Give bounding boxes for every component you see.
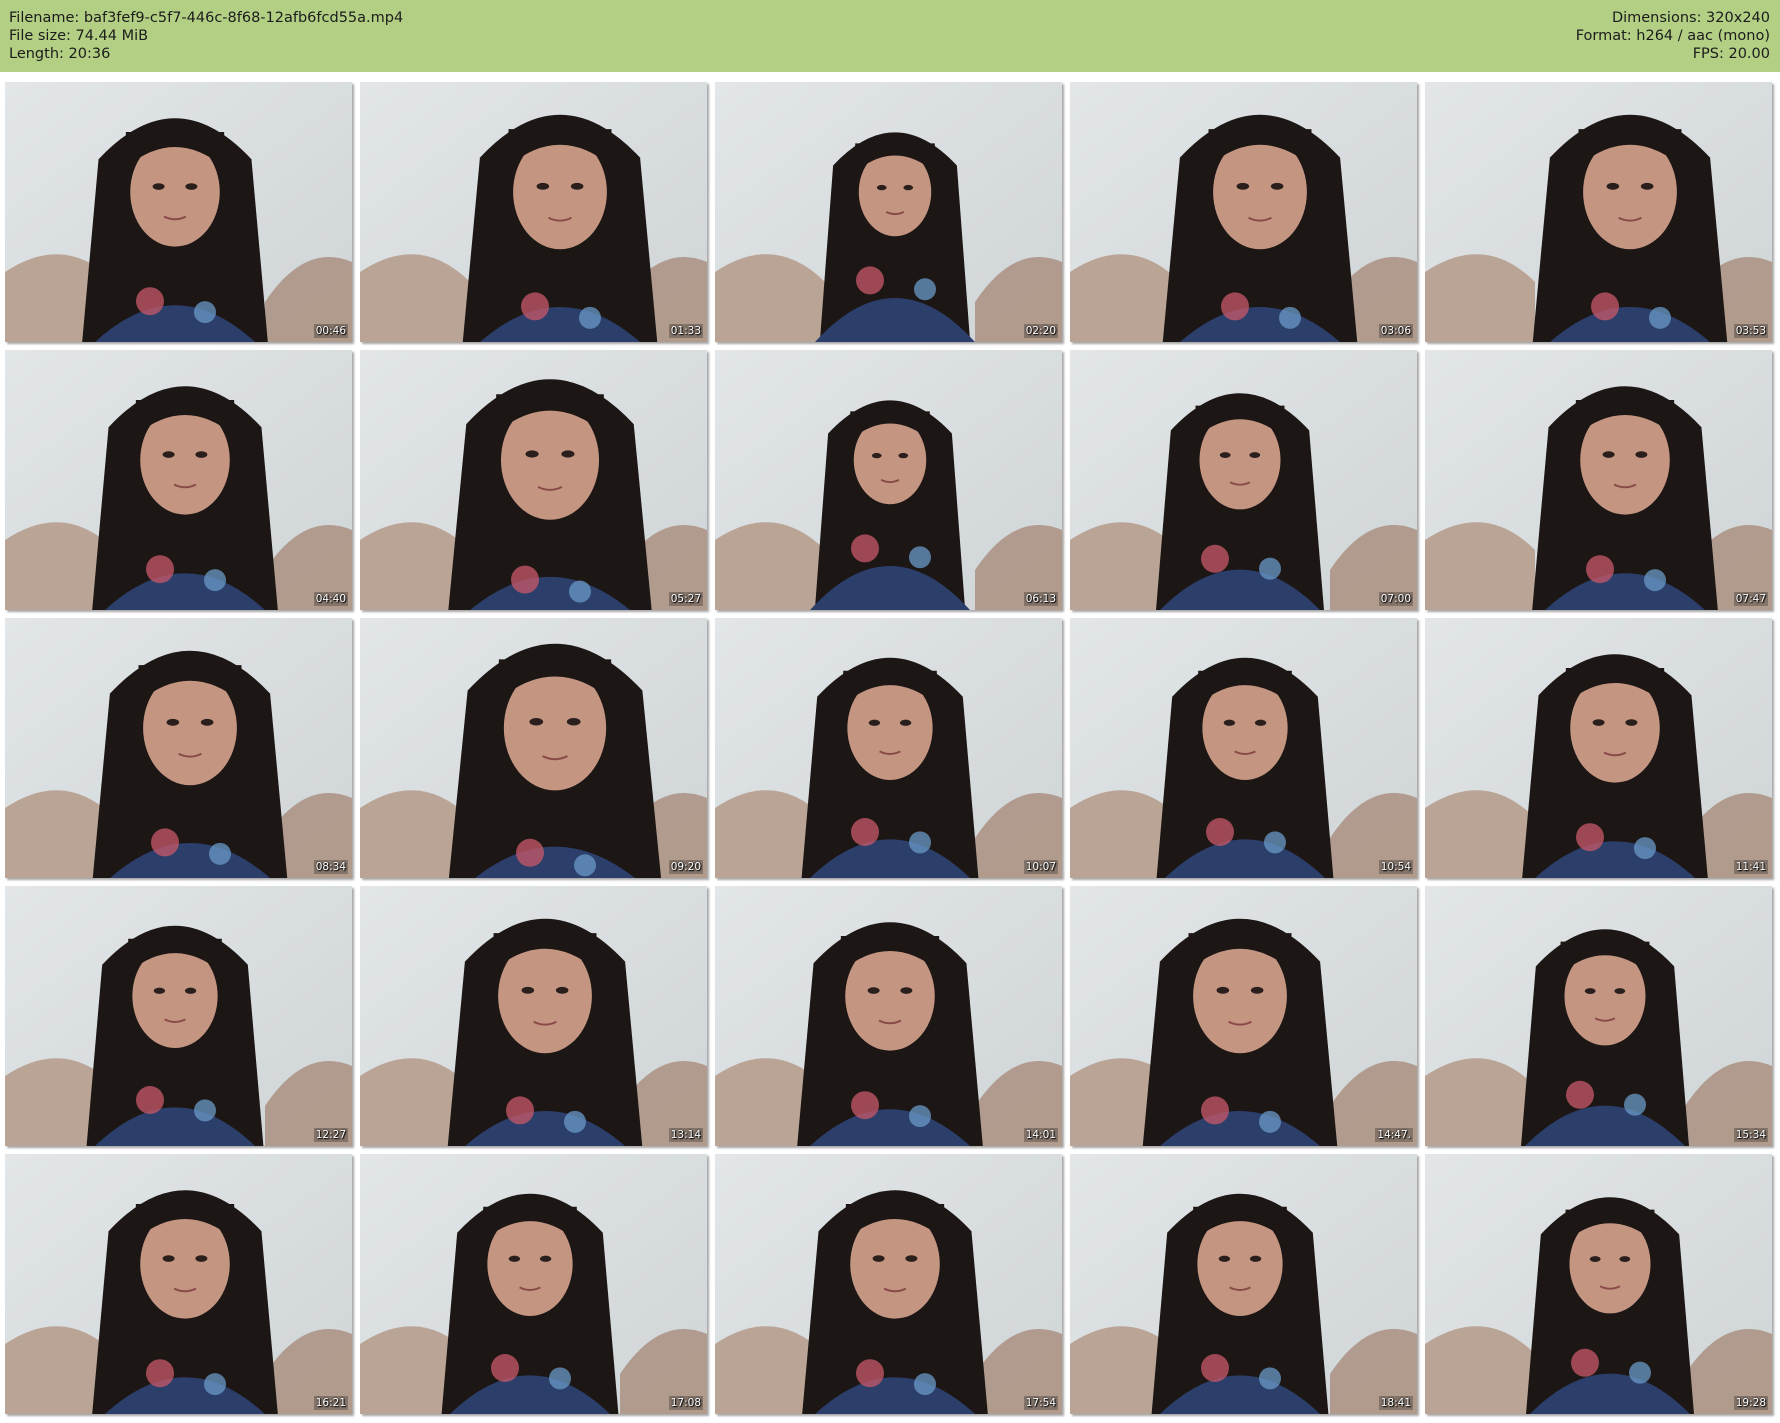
frame-image xyxy=(1070,82,1417,342)
video-frame-thumbnail[interactable]: 02:20 xyxy=(715,82,1062,342)
fps-text: FPS: 20.00 xyxy=(1692,46,1770,62)
frame-image xyxy=(5,886,352,1146)
video-frame-thumbnail[interactable]: 19:28 xyxy=(1425,1154,1772,1414)
frame-timestamp: 07:00 xyxy=(1378,592,1413,606)
frame-image xyxy=(1425,618,1772,878)
frame-timestamp: 17:54 xyxy=(1023,1396,1058,1410)
frame-timestamp: 00:46 xyxy=(313,324,348,338)
video-frame-thumbnail[interactable]: 14:01 xyxy=(715,886,1062,1146)
frame-timestamp: 19:28 xyxy=(1733,1396,1768,1410)
frame-image xyxy=(715,618,1062,878)
video-frame-thumbnail[interactable]: 10:54 xyxy=(1070,618,1417,878)
frame-timestamp: 09:20 xyxy=(668,860,703,874)
frame-timestamp: 16:21 xyxy=(313,1396,348,1410)
frame-timestamp: 01:33 xyxy=(668,324,703,338)
frame-timestamp: 05:27 xyxy=(668,592,703,606)
frame-timestamp: 10:54 xyxy=(1378,860,1413,874)
frame-image xyxy=(1070,1154,1417,1414)
frame-timestamp: 03:53 xyxy=(1733,324,1768,338)
frame-timestamp: 13:14 xyxy=(668,1128,703,1142)
frame-image xyxy=(715,82,1062,342)
length-text: Length: 20:36 xyxy=(9,46,111,62)
frame-image xyxy=(715,1154,1062,1414)
video-frame-thumbnail[interactable]: 07:00 xyxy=(1070,350,1417,610)
frame-image xyxy=(1425,886,1772,1146)
frame-timestamp: 18:41 xyxy=(1378,1396,1413,1410)
frame-timestamp: 12:27 xyxy=(313,1128,348,1142)
frame-image xyxy=(1070,886,1417,1146)
frame-image xyxy=(360,618,707,878)
frame-timestamp: 17:08 xyxy=(668,1396,703,1410)
filename-text: Filename: baf3fef9-c5f7-446c-8f68-12afb6… xyxy=(9,10,404,26)
video-frame-thumbnail[interactable]: 13:14 xyxy=(360,886,707,1146)
video-frame-thumbnail[interactable]: 05:27 xyxy=(360,350,707,610)
video-frame-thumbnail[interactable]: 08:34 xyxy=(5,618,352,878)
video-frame-thumbnail[interactable]: 06:13 xyxy=(715,350,1062,610)
frame-timestamp: 14:47. xyxy=(1375,1128,1413,1142)
frame-timestamp: 14:01 xyxy=(1023,1128,1058,1142)
format-text: Format: h264 / aac (mono) xyxy=(1575,28,1770,44)
frame-image xyxy=(1425,82,1772,342)
video-frame-thumbnail[interactable]: 03:53 xyxy=(1425,82,1772,342)
info-header: Filename: baf3fef9-c5f7-446c-8f68-12afb6… xyxy=(0,0,1780,72)
dimensions-text: Dimensions: 320x240 xyxy=(1611,10,1770,26)
filesize-text: File size: 74.44 MiB xyxy=(9,28,149,44)
frame-image xyxy=(5,618,352,878)
frame-timestamp: 02:20 xyxy=(1023,324,1058,338)
frame-timestamp: 04:40 xyxy=(313,592,348,606)
frame-image xyxy=(1070,618,1417,878)
video-frame-thumbnail[interactable]: 09:20 xyxy=(360,618,707,878)
video-frame-thumbnail[interactable]: 12:27 xyxy=(5,886,352,1146)
video-frame-thumbnail[interactable]: 17:08 xyxy=(360,1154,707,1414)
frame-timestamp: 15:34 xyxy=(1733,1128,1768,1142)
video-frame-thumbnail[interactable]: 14:47. xyxy=(1070,886,1417,1146)
frame-timestamp: 10:07 xyxy=(1023,860,1058,874)
frame-image xyxy=(715,886,1062,1146)
frame-image xyxy=(5,350,352,610)
frame-image xyxy=(1425,1154,1772,1414)
video-frame-thumbnail[interactable]: 07:47 xyxy=(1425,350,1772,610)
frame-image xyxy=(360,82,707,342)
frame-image xyxy=(5,82,352,342)
video-frame-thumbnail[interactable]: 00:46 xyxy=(5,82,352,342)
video-frame-thumbnail[interactable]: 03:06 xyxy=(1070,82,1417,342)
frame-image xyxy=(1070,350,1417,610)
frame-image xyxy=(360,886,707,1146)
video-frame-thumbnail[interactable]: 15:34 xyxy=(1425,886,1772,1146)
frame-image xyxy=(360,1154,707,1414)
video-frame-thumbnail[interactable]: 17:54 xyxy=(715,1154,1062,1414)
frame-image xyxy=(5,1154,352,1414)
frame-timestamp: 07:47 xyxy=(1733,592,1768,606)
video-frame-thumbnail[interactable]: 18:41 xyxy=(1070,1154,1417,1414)
thumbnail-grid: 00:46 01:33 02:20 03:06 03:53 04:40 05:27 06:13… xyxy=(5,82,1772,1414)
frame-timestamp: 11:41 xyxy=(1733,860,1768,874)
frame-image xyxy=(715,350,1062,610)
frame-image xyxy=(1425,350,1772,610)
file-info: Filename: baf3fef9-c5f7-446c-8f68-12afb6… xyxy=(9,9,403,63)
video-frame-thumbnail[interactable]: 10:07 xyxy=(715,618,1062,878)
video-frame-thumbnail[interactable]: 04:40 xyxy=(5,350,352,610)
video-info: Dimensions: 320x240 Format: h264 / aac (… xyxy=(1576,9,1770,63)
frame-timestamp: 06:13 xyxy=(1023,592,1058,606)
frame-timestamp: 08:34 xyxy=(313,860,348,874)
frame-image xyxy=(360,350,707,610)
video-frame-thumbnail[interactable]: 11:41 xyxy=(1425,618,1772,878)
video-frame-thumbnail[interactable]: 16:21 xyxy=(5,1154,352,1414)
video-frame-thumbnail[interactable]: 01:33 xyxy=(360,82,707,342)
frame-timestamp: 03:06 xyxy=(1378,324,1413,338)
